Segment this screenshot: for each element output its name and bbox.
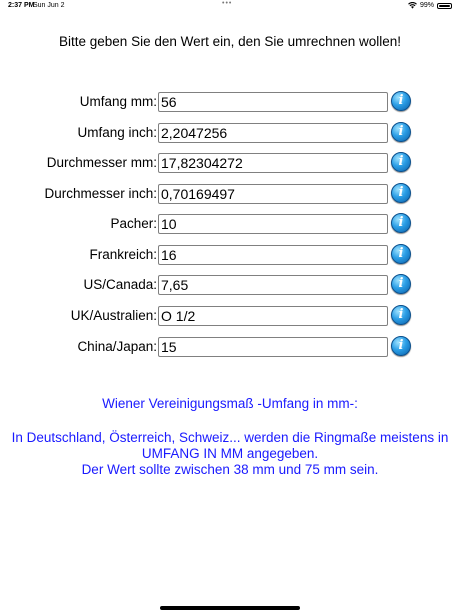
info-icon[interactable]: i bbox=[391, 305, 411, 325]
info-icon[interactable]: i bbox=[391, 91, 411, 111]
info-glyph: i bbox=[398, 124, 404, 139]
info-line: In Deutschland, Österreich, Schweiz... w… bbox=[11, 430, 449, 445]
battery-percent: 99% bbox=[419, 2, 434, 9]
field-label: Umfang mm: bbox=[79, 94, 157, 109]
row-durchmesser-inch: Durchmesser inch: i bbox=[0, 183, 460, 206]
wifi-icon bbox=[408, 2, 417, 9]
uk-australien-input[interactable] bbox=[158, 306, 388, 326]
field-label: Frankreich: bbox=[89, 247, 157, 262]
pacher-input[interactable] bbox=[158, 214, 388, 234]
frankreich-input[interactable] bbox=[158, 245, 388, 265]
info-title: Wiener Vereinigungsmaß -Umfang in mm-: bbox=[102, 396, 358, 411]
info-body: In Deutschland, Österreich, Schweiz... w… bbox=[0, 430, 460, 478]
field-label: China/Japan: bbox=[77, 339, 157, 354]
row-pacher: Pacher: i bbox=[0, 213, 460, 236]
status-bar: 2:37 PM Sun Jun 2 ••• 99% bbox=[0, 0, 460, 12]
field-label: US/Canada: bbox=[83, 277, 157, 292]
field-label: Durchmesser inch: bbox=[44, 186, 157, 201]
info-icon[interactable]: i bbox=[391, 213, 411, 233]
info-glyph: i bbox=[398, 93, 404, 108]
info-icon[interactable]: i bbox=[391, 183, 411, 203]
info-icon[interactable]: i bbox=[391, 274, 411, 294]
info-glyph: i bbox=[398, 307, 404, 322]
china-japan-input[interactable] bbox=[158, 337, 388, 357]
info-icon[interactable]: i bbox=[391, 244, 411, 264]
field-label: UK/Australien: bbox=[70, 308, 157, 323]
row-frankreich: Frankreich: i bbox=[0, 244, 460, 267]
info-glyph: i bbox=[398, 246, 404, 261]
durchmesser-mm-input[interactable] bbox=[158, 153, 388, 173]
status-date: Sun Jun 2 bbox=[33, 2, 65, 9]
info-line: UMFANG IN MM angegeben. bbox=[141, 446, 319, 461]
info-icon[interactable]: i bbox=[391, 152, 411, 172]
field-label: Durchmesser mm: bbox=[46, 155, 157, 170]
info-icon[interactable]: i bbox=[391, 336, 411, 356]
battery-icon bbox=[437, 2, 452, 9]
status-right: 99% bbox=[408, 2, 452, 9]
info-line: Der Wert sollte zwischen 38 mm und 75 mm… bbox=[81, 462, 379, 477]
row-us-canada: US/Canada: i bbox=[0, 274, 460, 297]
durchmesser-inch-input[interactable] bbox=[158, 184, 388, 204]
field-label: Umfang inch: bbox=[77, 125, 157, 140]
row-umfang-inch: Umfang inch: i bbox=[0, 122, 460, 145]
info-icon[interactable]: i bbox=[391, 122, 411, 142]
info-glyph: i bbox=[398, 276, 404, 291]
row-uk-australien: UK/Australien: i bbox=[0, 305, 460, 328]
info-glyph: i bbox=[398, 215, 404, 230]
multitasking-dots[interactable]: ••• bbox=[222, 0, 232, 7]
page-prompt: Bitte geben Sie den Wert ein, den Sie um… bbox=[59, 34, 401, 49]
info-glyph: i bbox=[398, 185, 404, 200]
info-glyph: i bbox=[398, 338, 404, 353]
status-time: 2:37 PM bbox=[8, 2, 35, 9]
row-china-japan: China/Japan: i bbox=[0, 336, 460, 359]
us-canada-input[interactable] bbox=[158, 275, 388, 295]
home-indicator[interactable] bbox=[160, 606, 300, 610]
info-glyph: i bbox=[398, 154, 404, 169]
row-durchmesser-mm: Durchmesser mm: i bbox=[0, 152, 460, 175]
umfang-inch-input[interactable] bbox=[158, 123, 388, 143]
umfang-mm-input[interactable] bbox=[158, 92, 388, 112]
row-umfang-mm: Umfang mm: i bbox=[0, 91, 460, 114]
field-label: Pacher: bbox=[110, 216, 157, 231]
